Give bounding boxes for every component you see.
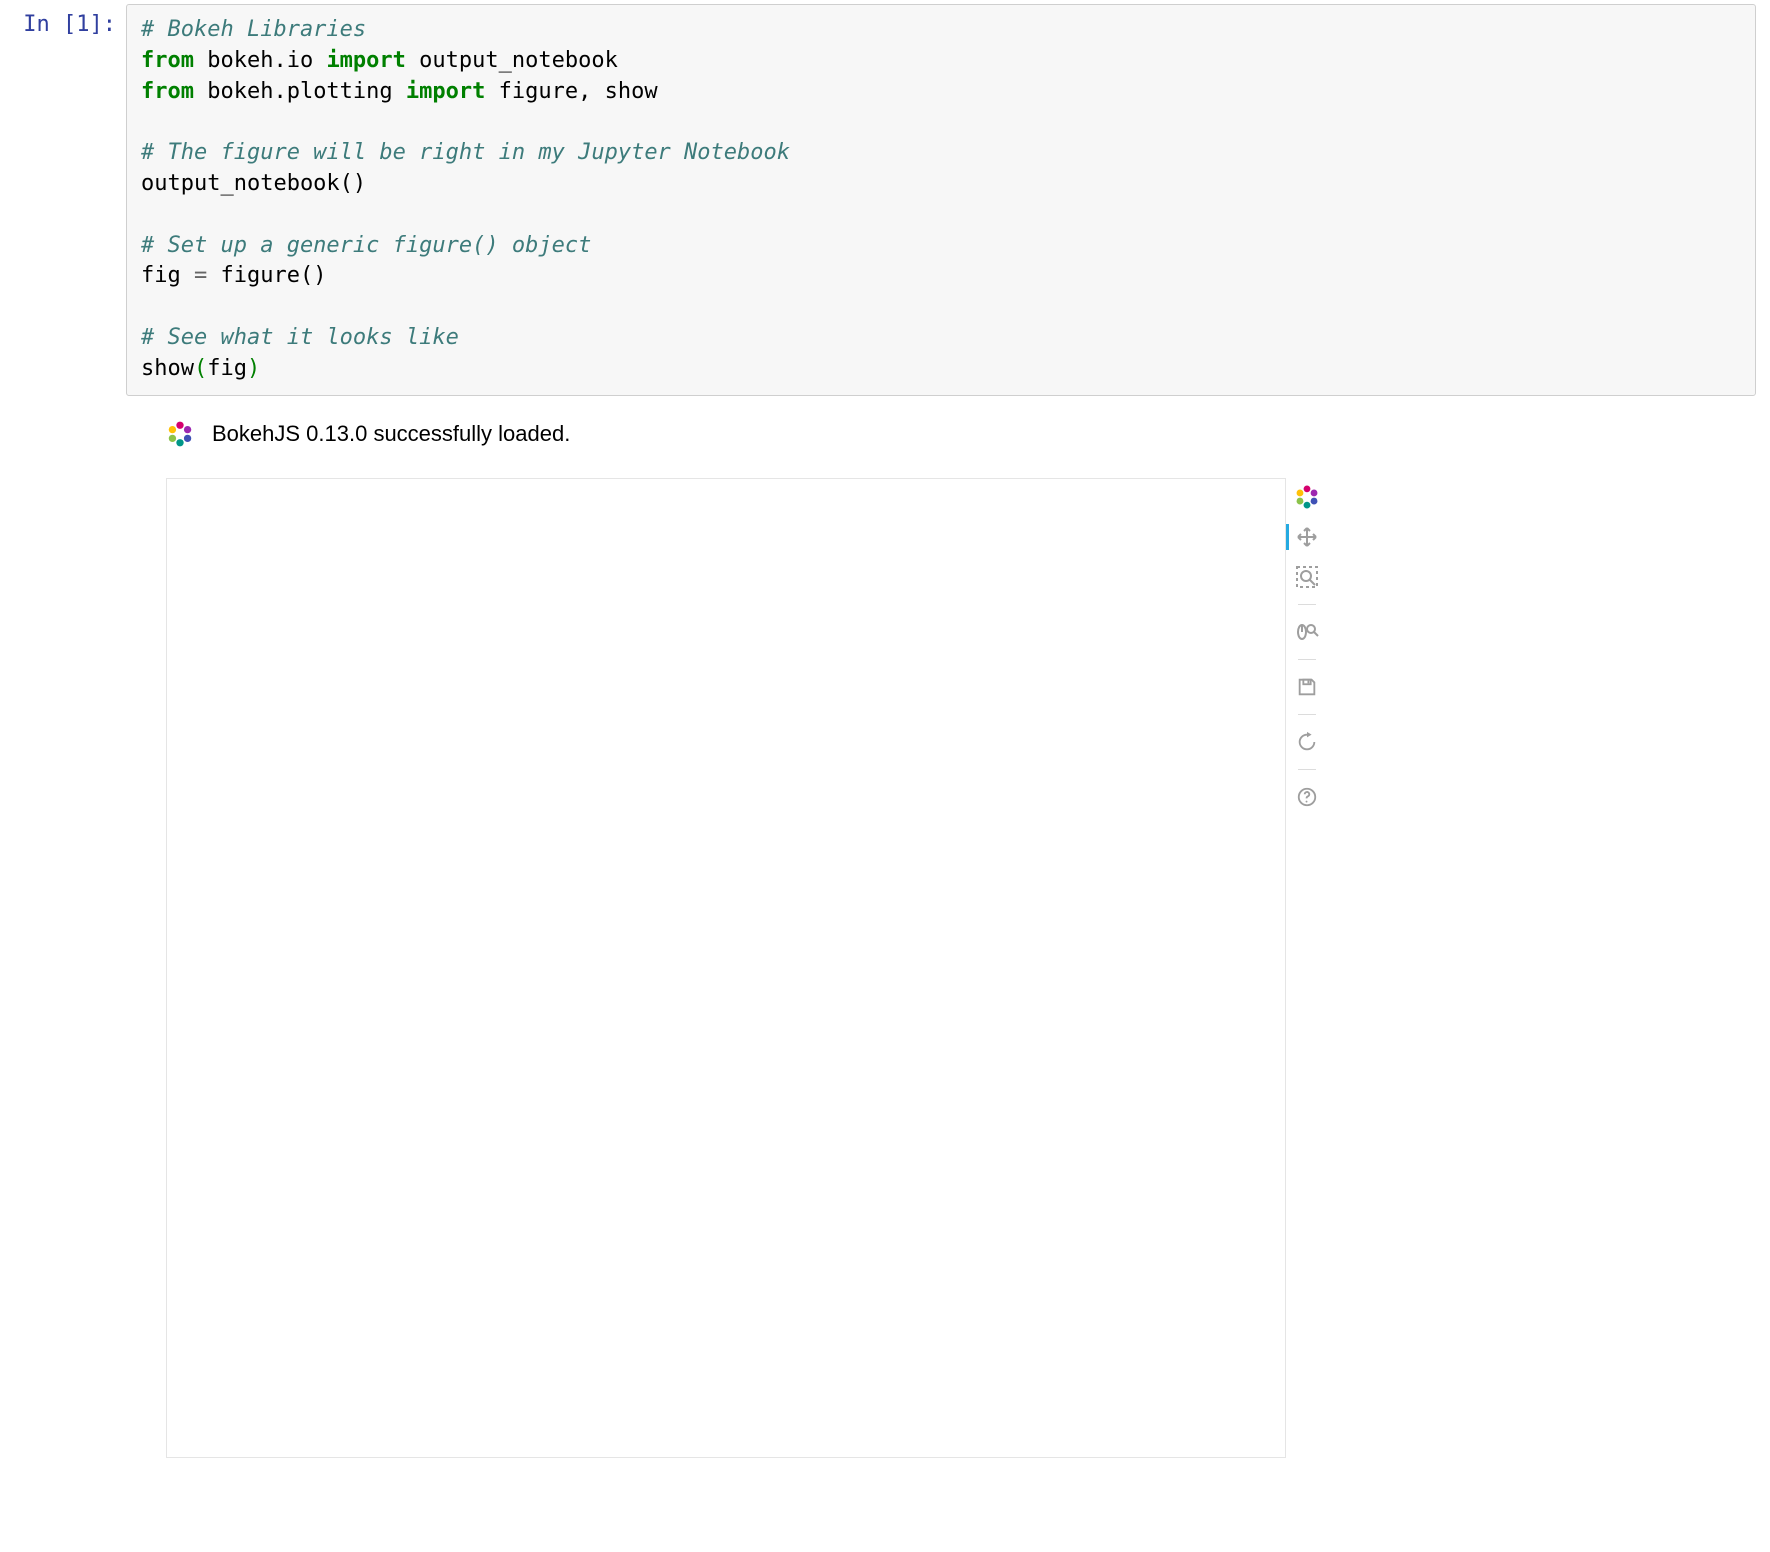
box-zoom-tool-icon[interactable] — [1292, 562, 1322, 592]
bokeh-loaded-message: BokehJS 0.13.0 successfully loaded. — [166, 420, 1770, 448]
bokeh-toolbar — [1290, 478, 1324, 816]
code-text: figure() — [207, 263, 326, 288]
help-tool-icon[interactable] — [1292, 782, 1322, 812]
toolbar-separator — [1298, 604, 1316, 605]
bokeh-logo-icon — [166, 420, 194, 448]
code-text: fig — [141, 263, 194, 288]
code-comment: # Set up a generic figure() object — [141, 233, 591, 258]
code-content[interactable]: # Bokeh Libraries from bokeh.io import o… — [141, 15, 1741, 385]
toolbar-separator — [1298, 714, 1316, 715]
code-text: output_notebook() — [141, 171, 366, 196]
code-paren: ( — [194, 356, 207, 381]
code-comment: # The figure will be right in my Jupyter… — [141, 140, 790, 165]
bokeh-plot-wrap — [166, 478, 1770, 1458]
bokeh-loaded-text: BokehJS 0.13.0 successfully loaded. — [212, 421, 570, 447]
code-comment: # Bokeh Libraries — [141, 17, 366, 42]
bokeh-plot-canvas[interactable] — [166, 478, 1286, 1458]
code-comment: # See what it looks like — [141, 325, 459, 350]
notebook-container: In [1]: # Bokeh Libraries from bokeh.io … — [0, 0, 1770, 1466]
code-operator: = — [194, 263, 207, 288]
output-area: BokehJS 0.13.0 successfully loaded. — [0, 400, 1770, 1466]
toolbar-separator — [1298, 659, 1316, 660]
code-keyword: from — [141, 79, 194, 104]
output-body: BokehJS 0.13.0 successfully loaded. — [126, 414, 1770, 1458]
code-text: bokeh.plotting — [194, 79, 406, 104]
code-text: fig — [207, 356, 247, 381]
code-keyword: from — [141, 48, 194, 73]
bokeh-logo-icon[interactable] — [1292, 482, 1322, 512]
wheel-zoom-tool-icon[interactable] — [1292, 617, 1322, 647]
code-keyword: import — [326, 48, 405, 73]
code-text: output_notebook — [406, 48, 618, 73]
code-text: bokeh.io — [194, 48, 326, 73]
code-text: figure, show — [485, 79, 657, 104]
code-text: show — [141, 356, 194, 381]
code-input-area[interactable]: # Bokeh Libraries from bokeh.io import o… — [126, 4, 1756, 396]
save-tool-icon[interactable] — [1292, 672, 1322, 702]
code-cell: In [1]: # Bokeh Libraries from bokeh.io … — [0, 0, 1770, 400]
toolbar-separator — [1298, 769, 1316, 770]
code-keyword: import — [406, 79, 485, 104]
pan-tool-icon[interactable] — [1292, 522, 1322, 552]
input-prompt: In [1]: — [6, 4, 126, 37]
reset-tool-icon[interactable] — [1292, 727, 1322, 757]
code-paren: ) — [247, 356, 260, 381]
